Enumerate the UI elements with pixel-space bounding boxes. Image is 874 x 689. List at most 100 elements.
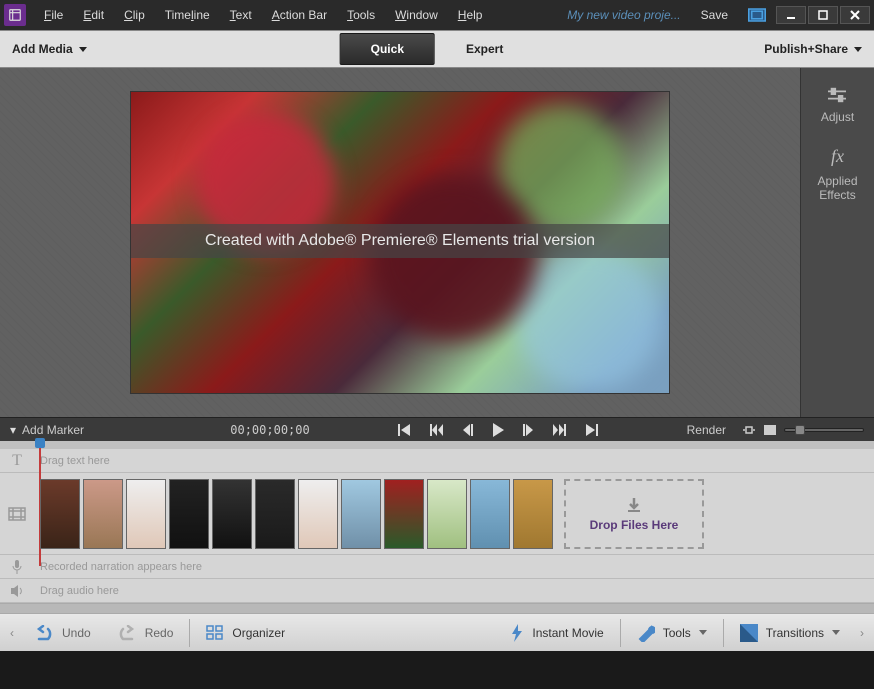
divider: [620, 619, 621, 647]
step-back-button[interactable]: [462, 424, 474, 436]
clip-thumbnail[interactable]: [212, 479, 252, 549]
menu-text[interactable]: Text: [222, 4, 260, 26]
publish-share-button[interactable]: Publish+Share: [764, 42, 862, 56]
audio-track-placeholder: Drag audio here: [34, 581, 874, 601]
tools-button[interactable]: Tools: [625, 618, 719, 648]
close-button[interactable]: [840, 6, 870, 24]
caret-down-icon: [79, 47, 87, 52]
clip-thumbnail[interactable]: [384, 479, 424, 549]
menubar: FileEditClipTimelineTextAction BarToolsW…: [36, 4, 557, 26]
quick-mode-tab[interactable]: Quick: [340, 33, 435, 65]
clip-thumbnail[interactable]: [255, 479, 295, 549]
clip-thumbnail[interactable]: [298, 479, 338, 549]
project-name-link[interactable]: My new video proje...: [567, 8, 680, 22]
divider: [189, 619, 190, 647]
fit-button[interactable]: [742, 425, 756, 435]
fx-icon: fx: [831, 146, 844, 168]
scroll-right-button[interactable]: ›: [854, 626, 870, 640]
add-media-label: Add Media: [12, 42, 73, 56]
prev-clip-button[interactable]: [430, 424, 444, 436]
goto-start-button[interactable]: [398, 424, 412, 436]
instant-movie-label: Instant Movie: [532, 626, 603, 640]
sliders-icon: [826, 86, 848, 104]
clip-thumbnail[interactable]: [40, 479, 80, 549]
scroll-left-button[interactable]: ‹: [4, 626, 20, 640]
save-button[interactable]: Save: [691, 4, 738, 26]
organizer-button[interactable]: Organizer: [194, 619, 297, 647]
text-track-icon: T: [0, 452, 34, 470]
menu-help[interactable]: Help: [450, 4, 491, 26]
add-media-button[interactable]: Add Media: [12, 42, 87, 56]
play-button[interactable]: [492, 423, 504, 437]
applied-effects-button[interactable]: fx Applied Effects: [817, 146, 857, 202]
zoom-slider[interactable]: [784, 428, 864, 432]
drop-files-label: Drop Files Here: [590, 518, 679, 532]
zoom-controls: [742, 425, 864, 435]
mode-toolbar: Add Media Quick Expert Publish+Share: [0, 30, 874, 68]
timeline: T Drag text here Drop Files Here Recorde…: [0, 441, 874, 613]
clip-thumbnail[interactable]: [427, 479, 467, 549]
fullscreen-button[interactable]: [764, 425, 776, 435]
menu-clip[interactable]: Clip: [116, 4, 153, 26]
next-clip-button[interactable]: [552, 424, 566, 436]
menu-timeline[interactable]: Timeline: [157, 4, 218, 26]
undo-label: Undo: [62, 626, 91, 640]
video-track[interactable]: Drop Files Here: [0, 473, 874, 555]
window-controls: [776, 6, 870, 24]
menu-file[interactable]: File: [36, 4, 71, 26]
bottom-toolbar: ‹ Undo Redo Organizer Instant Movie Tool…: [0, 613, 874, 651]
app-logo: [4, 4, 26, 26]
redo-button[interactable]: Redo: [105, 619, 186, 647]
transitions-icon: [740, 624, 758, 642]
caret-down-icon: [832, 630, 840, 635]
clip-thumbnail[interactable]: [169, 479, 209, 549]
redo-icon: [117, 625, 137, 641]
side-panel: Adjust fx Applied Effects: [800, 68, 874, 417]
tools-icon: [637, 624, 655, 642]
minimize-button[interactable]: [776, 6, 806, 24]
applied-effects-label: Applied Effects: [817, 174, 857, 203]
goto-end-button[interactable]: [584, 424, 598, 436]
adjust-panel-button[interactable]: Adjust: [821, 86, 854, 124]
add-marker-button[interactable]: ▾ Add Marker: [10, 423, 220, 437]
text-track[interactable]: T Drag text here: [0, 449, 874, 473]
clip-thumbnail[interactable]: [513, 479, 553, 549]
video-track-icon: [0, 507, 34, 521]
titlebar: FileEditClipTimelineTextAction BarToolsW…: [0, 0, 874, 30]
expert-mode-tab[interactable]: Expert: [435, 33, 534, 65]
instant-movie-button[interactable]: Instant Movie: [498, 618, 615, 648]
transitions-button[interactable]: Transitions: [728, 618, 852, 648]
preview-viewport: Created with Adobe® Premiere® Elements t…: [0, 68, 800, 417]
maximize-button[interactable]: [808, 6, 838, 24]
menu-action-bar[interactable]: Action Bar: [264, 4, 335, 26]
zoom-slider-thumb[interactable]: [795, 425, 805, 435]
undo-button[interactable]: Undo: [22, 619, 103, 647]
clip-thumbnail[interactable]: [83, 479, 123, 549]
clip-thumbnail[interactable]: [470, 479, 510, 549]
safe-margins-icon[interactable]: [748, 8, 766, 22]
step-forward-button[interactable]: [522, 424, 534, 436]
transport-controls: [320, 423, 677, 437]
menu-edit[interactable]: Edit: [75, 4, 112, 26]
narration-track[interactable]: Recorded narration appears here: [0, 555, 874, 579]
adjust-label: Adjust: [821, 110, 854, 124]
narration-track-placeholder: Recorded narration appears here: [34, 557, 874, 577]
playhead[interactable]: [35, 438, 45, 448]
timeline-scrollbar[interactable]: [0, 603, 874, 613]
clips-row: Drop Files Here: [40, 479, 868, 549]
drop-files-zone[interactable]: Drop Files Here: [564, 479, 704, 549]
caret-down-icon: [699, 630, 707, 635]
timecode-display[interactable]: 00;00;00;00: [230, 423, 310, 437]
menu-window[interactable]: Window: [387, 4, 446, 26]
audio-track[interactable]: Drag audio here: [0, 579, 874, 603]
undo-icon: [34, 625, 54, 641]
timeline-ruler[interactable]: [0, 441, 874, 449]
preview-video[interactable]: Created with Adobe® Premiere® Elements t…: [130, 91, 670, 394]
redo-label: Redo: [145, 626, 174, 640]
divider: [723, 619, 724, 647]
publish-share-label: Publish+Share: [764, 42, 848, 56]
clip-thumbnail[interactable]: [341, 479, 381, 549]
clip-thumbnail[interactable]: [126, 479, 166, 549]
render-button[interactable]: Render: [687, 423, 726, 437]
menu-tools[interactable]: Tools: [339, 4, 383, 26]
